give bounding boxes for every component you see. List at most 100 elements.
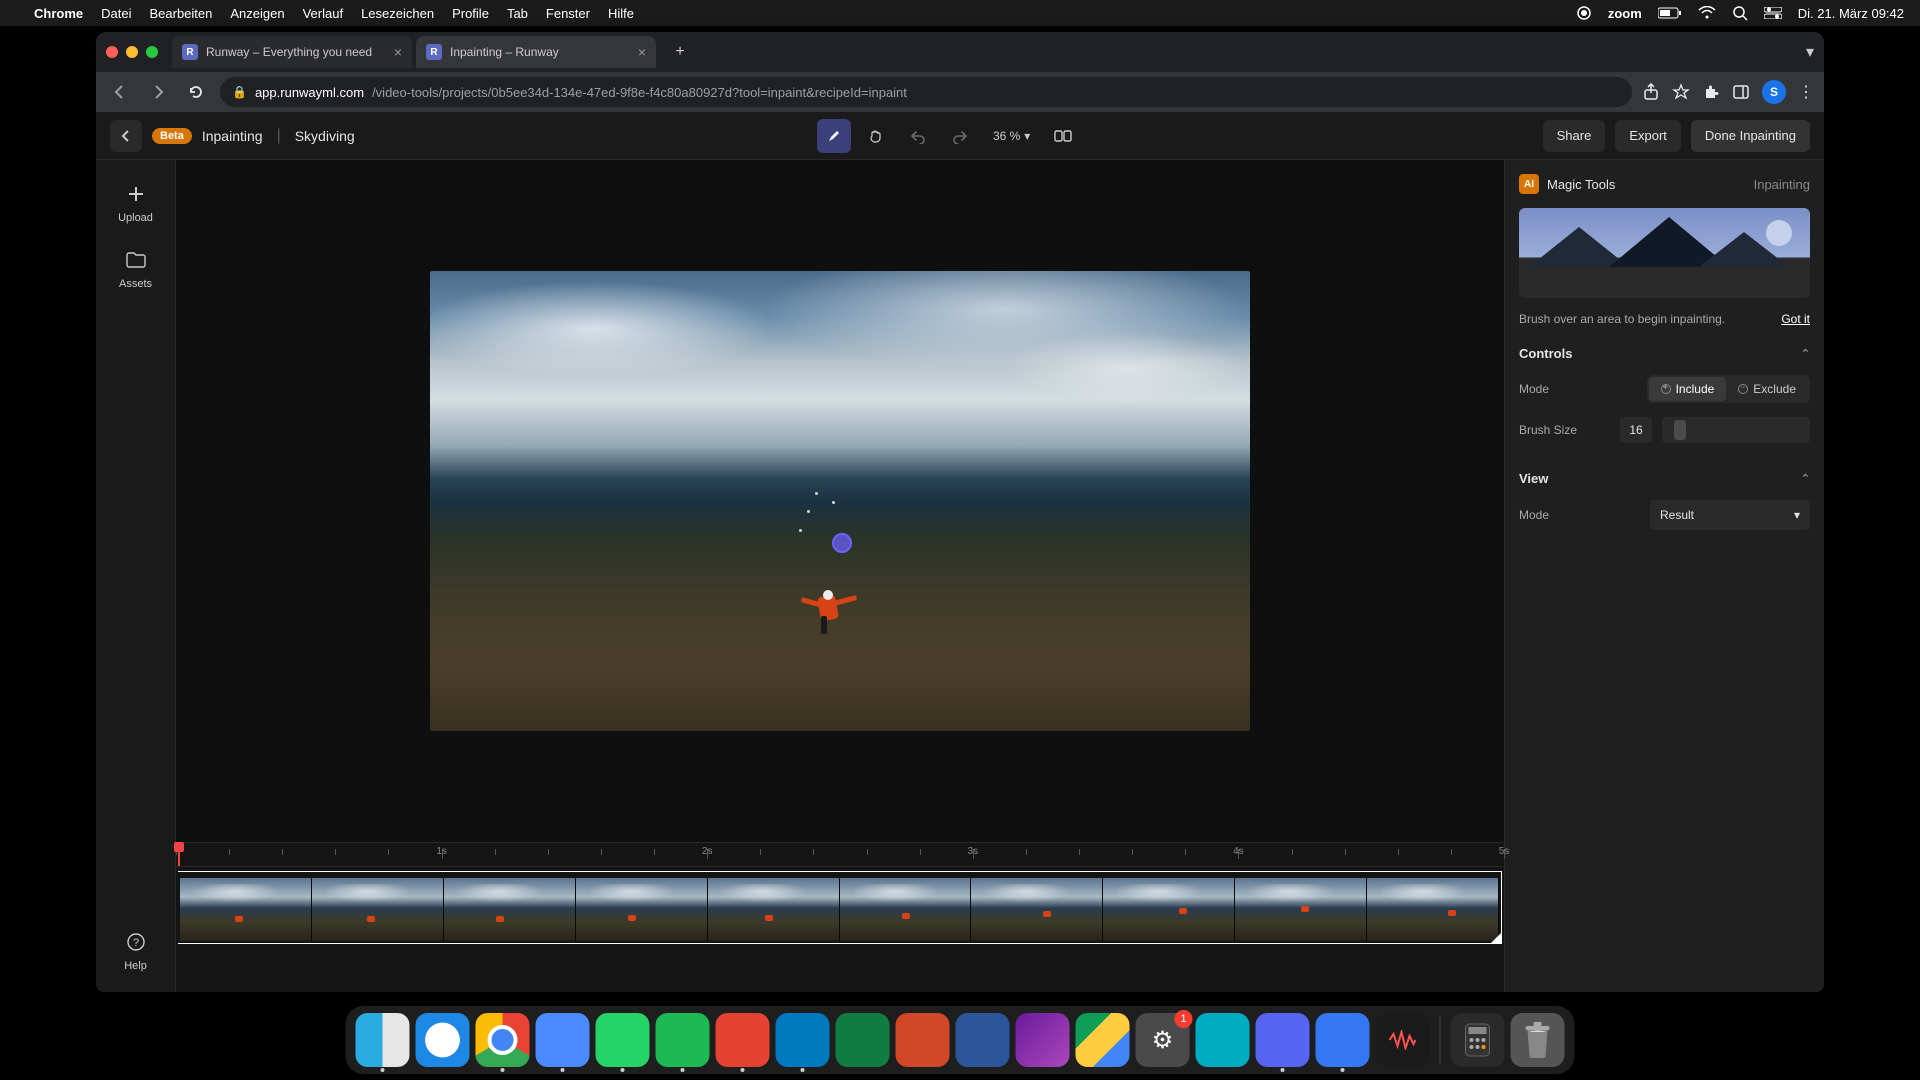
dock-chrome-icon[interactable] <box>476 1013 530 1067</box>
viewport[interactable] <box>176 160 1504 842</box>
menu-edit[interactable]: Bearbeiten <box>149 6 212 21</box>
video-frame[interactable] <box>430 271 1250 731</box>
undo-button[interactable] <box>901 119 935 153</box>
playhead[interactable] <box>178 843 180 866</box>
menubar-app-name[interactable]: Chrome <box>34 6 83 21</box>
timeline-thumb[interactable] <box>840 878 972 941</box>
dock-trash-icon[interactable] <box>1511 1013 1565 1067</box>
dock-voicememos-icon[interactable] <box>1376 1013 1430 1067</box>
close-window-icon[interactable] <box>106 46 118 58</box>
chrome-menu-icon[interactable]: ⋮ <box>1798 82 1814 102</box>
include-option[interactable]: Include <box>1649 377 1727 401</box>
timeline-thumb[interactable] <box>180 878 312 941</box>
extensions-icon[interactable] <box>1702 83 1720 101</box>
timeline-thumb[interactable] <box>1235 878 1367 941</box>
app-back-button[interactable] <box>110 120 142 152</box>
export-button[interactable]: Export <box>1615 120 1681 152</box>
slider-knob[interactable] <box>1674 420 1686 440</box>
brush-size-label: Brush Size <box>1519 423 1577 437</box>
fullscreen-window-icon[interactable] <box>146 46 158 58</box>
dock-excel-icon[interactable] <box>836 1013 890 1067</box>
brush-tool-button[interactable] <box>817 119 851 153</box>
menu-file[interactable]: Datei <box>101 6 131 21</box>
share-page-icon[interactable] <box>1642 83 1660 101</box>
brush-size-slider[interactable] <box>1662 417 1810 443</box>
exclude-option[interactable]: Exclude <box>1726 377 1808 401</box>
menu-window[interactable]: Fenster <box>546 6 590 21</box>
view-mode-select[interactable]: Result ▾ <box>1650 500 1810 530</box>
dock-imovie-icon[interactable] <box>1016 1013 1070 1067</box>
pan-tool-button[interactable] <box>859 119 893 153</box>
help-icon: ? <box>124 930 148 954</box>
zoom-app-label[interactable]: zoom <box>1608 6 1642 21</box>
dock-whatsapp-icon[interactable] <box>596 1013 650 1067</box>
assets-button[interactable]: Assets <box>106 238 166 300</box>
compare-view-button[interactable] <box>1046 119 1080 153</box>
minimize-window-icon[interactable] <box>126 46 138 58</box>
dock-powerpoint-icon[interactable] <box>896 1013 950 1067</box>
dock-word-icon[interactable] <box>956 1013 1010 1067</box>
timeline-thumb[interactable] <box>1367 878 1499 941</box>
forward-button[interactable] <box>144 78 172 106</box>
upload-button[interactable]: Upload <box>106 172 166 234</box>
tab-inpainting[interactable]: R Inpainting – Runway × <box>416 36 656 68</box>
timeline-thumb[interactable] <box>444 878 576 941</box>
timeline-thumb[interactable] <box>312 878 444 941</box>
control-center-icon[interactable] <box>1764 7 1782 19</box>
beta-badge: Beta <box>152 128 192 144</box>
back-button[interactable] <box>106 78 134 106</box>
timeline-thumb[interactable] <box>576 878 708 941</box>
timeline-thumb[interactable] <box>708 878 840 941</box>
dock-trello-icon[interactable] <box>776 1013 830 1067</box>
spotlight-icon[interactable] <box>1732 5 1748 21</box>
record-icon[interactable] <box>1576 5 1592 21</box>
dock-quicktime-icon[interactable] <box>1316 1013 1370 1067</box>
menu-bookmarks[interactable]: Lesezeichen <box>361 6 434 21</box>
done-inpainting-button[interactable]: Done Inpainting <box>1691 120 1810 152</box>
tabs-dropdown-icon[interactable]: ▾ <box>1806 42 1814 62</box>
menu-profiles[interactable]: Profile <box>452 6 489 21</box>
menu-help[interactable]: Hilfe <box>608 6 634 21</box>
dock-drive-icon[interactable] <box>1076 1013 1130 1067</box>
controls-section-header[interactable]: Controls ⌃ <box>1519 340 1810 361</box>
menu-tab[interactable]: Tab <box>507 6 528 21</box>
filmstrip[interactable] <box>178 871 1502 944</box>
dock-spotify-icon[interactable] <box>656 1013 710 1067</box>
redo-button[interactable] <box>943 119 977 153</box>
timeline-thumb[interactable] <box>971 878 1103 941</box>
dock-safari-icon[interactable] <box>416 1013 470 1067</box>
menu-history[interactable]: Verlauf <box>303 6 343 21</box>
got-it-link[interactable]: Got it <box>1781 312 1810 326</box>
new-tab-button[interactable]: + <box>666 38 694 66</box>
ruler-tick <box>601 849 602 855</box>
dock-finder-icon[interactable] <box>356 1013 410 1067</box>
wifi-icon[interactable] <box>1698 6 1716 20</box>
bookmark-icon[interactable] <box>1672 83 1690 101</box>
zoom-dropdown[interactable]: 36 % ▾ <box>985 129 1038 143</box>
reload-button[interactable] <box>182 78 210 106</box>
tab-runway-home[interactable]: R Runway – Everything you need × <box>172 36 412 68</box>
project-name[interactable]: Skydiving <box>295 128 355 144</box>
close-tab-icon[interactable]: × <box>394 44 402 60</box>
view-section-header[interactable]: View ⌃ <box>1519 465 1810 486</box>
url-input[interactable]: 🔒 app.runwayml.com/video-tools/projects/… <box>220 77 1632 107</box>
dock-settings-icon[interactable]: ⚙︎1 <box>1136 1013 1190 1067</box>
svg-text:?: ? <box>132 937 138 949</box>
menubar-datetime[interactable]: Di. 21. März 09:42 <box>1798 6 1904 21</box>
timeline-thumb[interactable] <box>1103 878 1235 941</box>
dock-todoist-icon[interactable] <box>716 1013 770 1067</box>
sidepanel-icon[interactable] <box>1732 83 1750 101</box>
help-button[interactable]: ? Help <box>106 920 166 982</box>
close-tab-icon[interactable]: × <box>638 44 646 60</box>
dock-app-teal-icon[interactable] <box>1196 1013 1250 1067</box>
window-controls[interactable] <box>106 46 158 58</box>
profile-avatar[interactable]: S <box>1762 80 1786 104</box>
timeline-ruler[interactable]: 1s2s3s4s5s <box>176 843 1504 867</box>
share-button[interactable]: Share <box>1543 120 1606 152</box>
brush-size-value[interactable]: 16 <box>1620 417 1652 443</box>
menu-view[interactable]: Anzeigen <box>230 6 284 21</box>
dock-discord-icon[interactable] <box>1256 1013 1310 1067</box>
dock-calculator-icon[interactable] <box>1451 1013 1505 1067</box>
battery-icon[interactable] <box>1658 7 1682 19</box>
dock-zoom-icon[interactable] <box>536 1013 590 1067</box>
